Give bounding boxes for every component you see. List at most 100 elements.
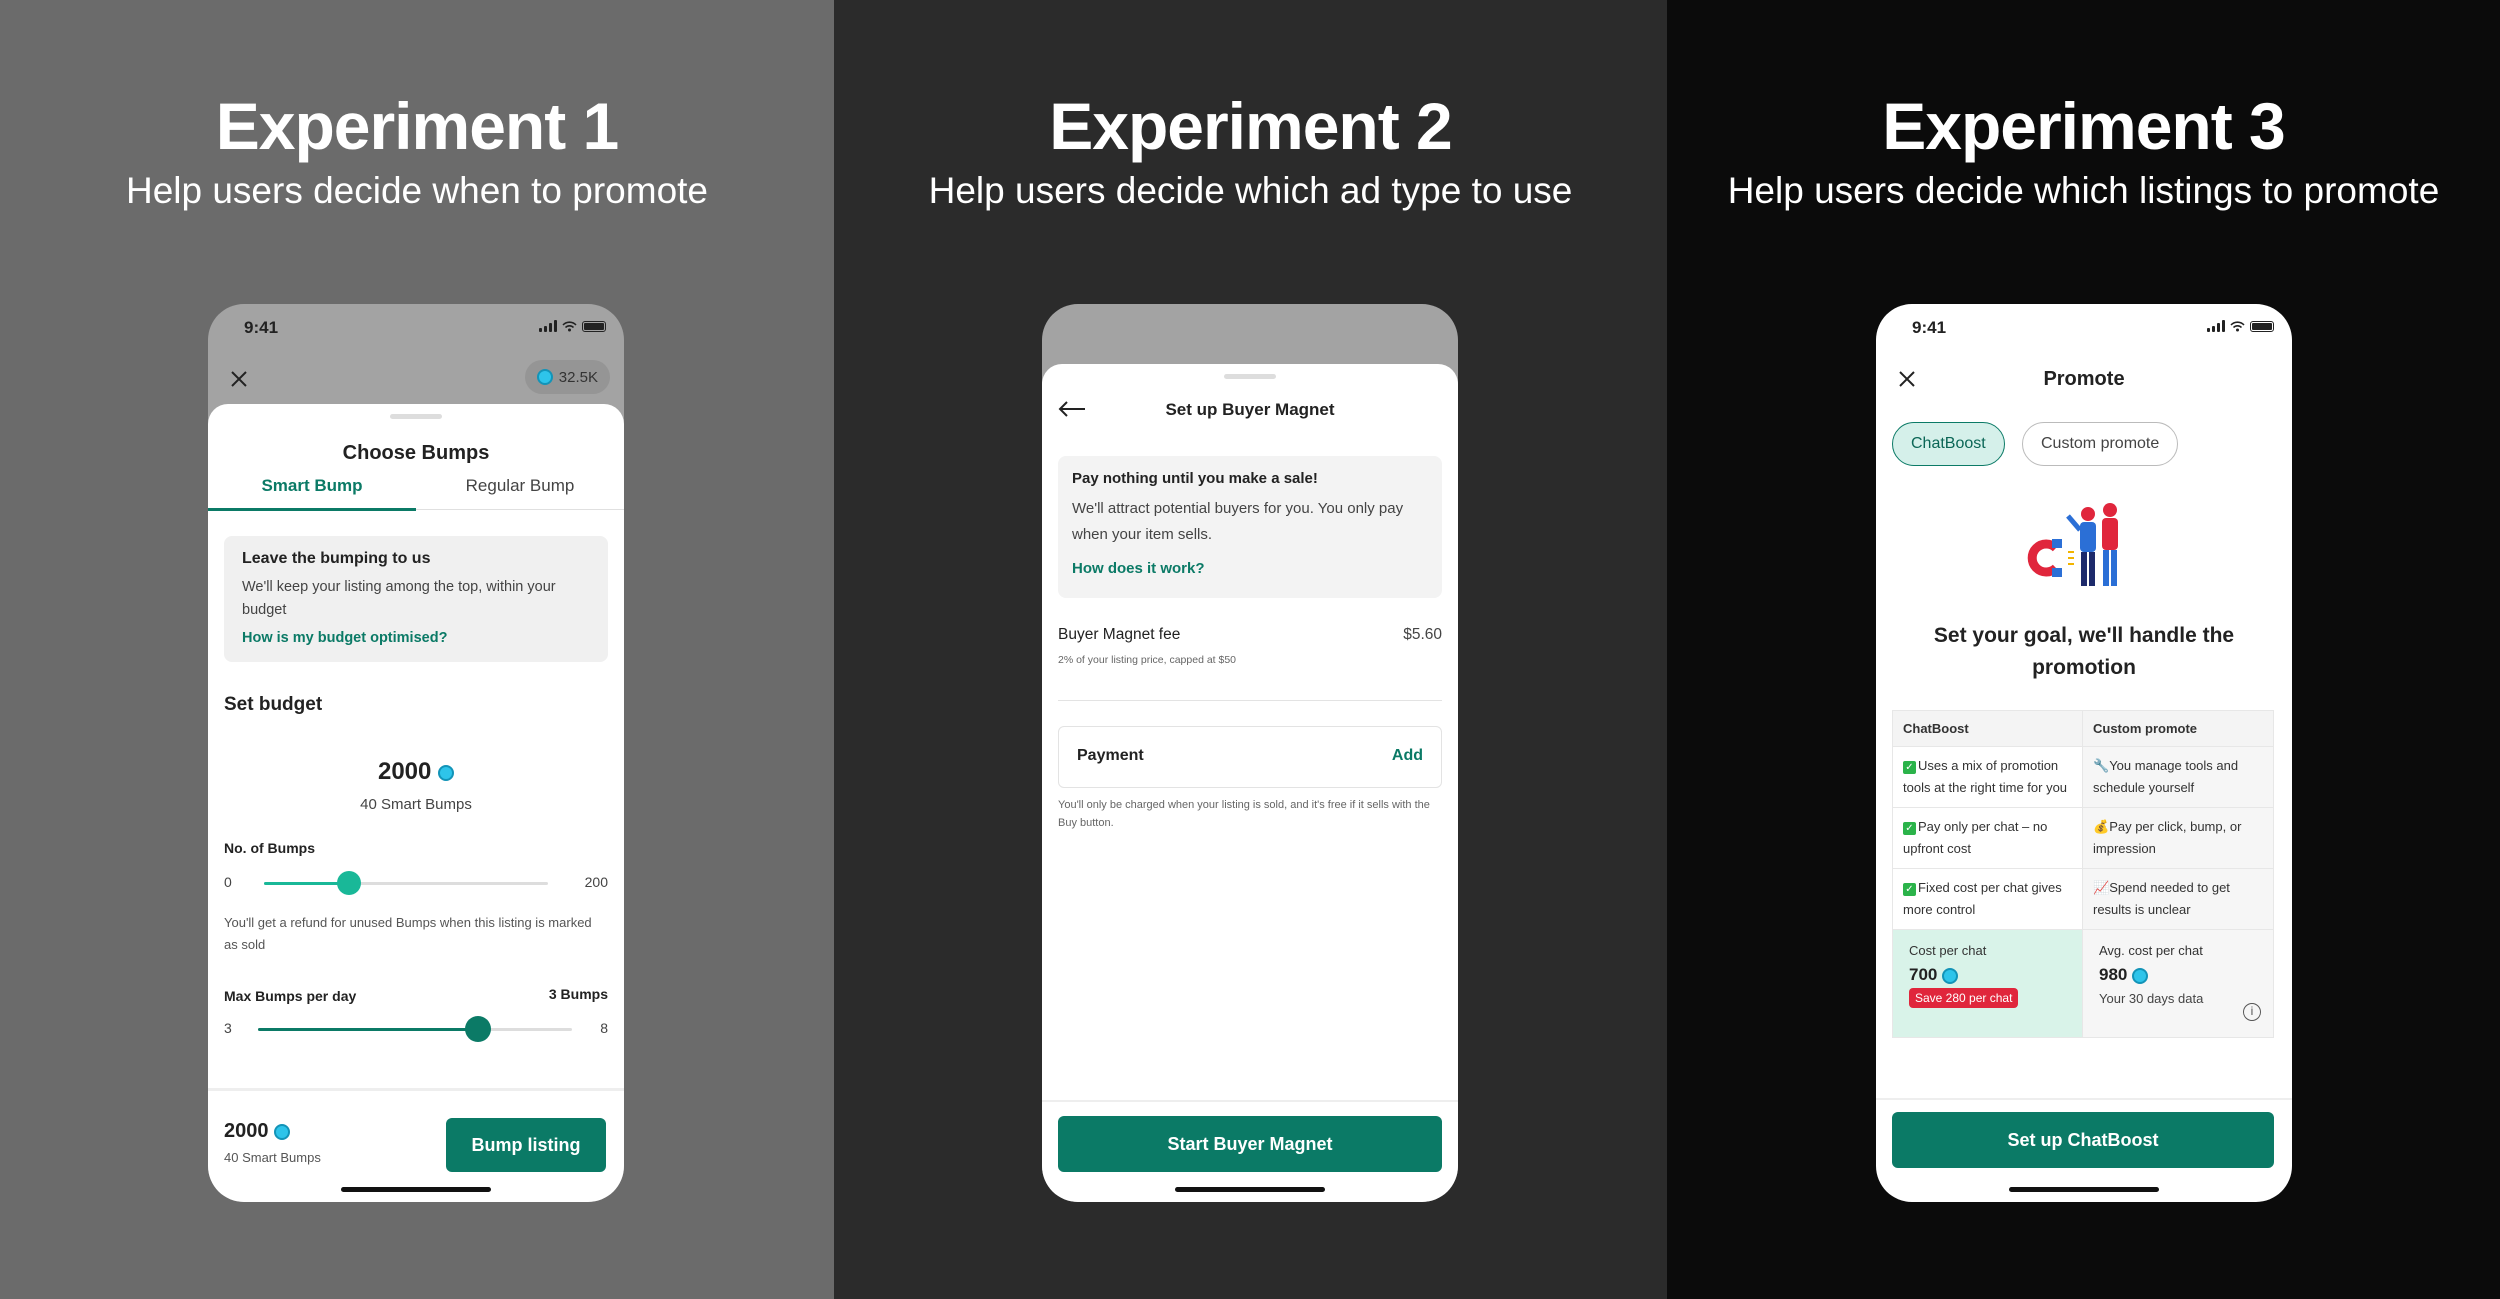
experiment-1-panel: Experiment 1 Help users decide when to p… — [0, 0, 834, 1299]
cell-text: You manage tools and schedule yourself — [2093, 758, 2239, 795]
info-title: Leave the bumping to us — [242, 550, 431, 567]
cell-text: Pay per click, bump, or impression — [2093, 819, 2242, 856]
fee-value: $5.60 — [1403, 626, 1442, 643]
start-buyer-magnet-button[interactable]: Start Buyer Magnet — [1058, 1116, 1442, 1172]
cell-text: Spend needed to get results is unclear — [2093, 880, 2230, 917]
how-it-works-link[interactable]: How does it work? — [1072, 560, 1205, 577]
coin-icon — [438, 764, 455, 781]
table-cell: 📈Spend needed to get results is unclear — [2082, 868, 2274, 930]
table-cell: 💰Pay per click, bump, or impression — [2082, 807, 2274, 869]
cost-value-row: 980 — [2099, 964, 2257, 986]
cell-text: Pay only per chat – no upfront cost — [1903, 819, 2048, 856]
chip-custom-promote[interactable]: Custom promote — [2022, 422, 2179, 466]
chip-chatboost[interactable]: ChatBoost — [1892, 422, 2005, 466]
save-badge: Save 280 per chat — [1909, 988, 2019, 1008]
tab-active-indicator — [208, 508, 416, 511]
magnet-illustration — [2027, 503, 2118, 586]
status-time: 9:41 — [244, 318, 279, 337]
coin-icon — [536, 369, 553, 385]
tab-regular-bump[interactable]: Regular Bump — [416, 476, 624, 496]
signal-icon — [539, 320, 557, 332]
info-body: We'll keep your listing among the top, w… — [242, 579, 556, 618]
checkmark-icon: ✓ — [1903, 761, 1916, 774]
perday-value: 3 Bumps — [548, 986, 608, 1002]
payment-label: Payment — [1077, 747, 1144, 764]
coin-balance-badge[interactable]: 32.5K — [524, 360, 610, 394]
cost-label: Avg. cost per chat — [2099, 943, 2203, 958]
footer-divider — [1042, 1100, 1458, 1102]
perday-max: 8 — [600, 1020, 608, 1036]
close-icon[interactable] — [230, 370, 248, 388]
budget-caption: 40 Smart Bumps — [360, 796, 472, 813]
phone-screen-exp1: 9:41 32.5K Choose Bumps Smart Bump Regul… — [208, 304, 624, 1202]
money-bag-icon: 💰 — [2093, 819, 2110, 834]
sheet-handle[interactable] — [1224, 374, 1276, 379]
home-indicator — [2009, 1187, 2159, 1192]
table-cell: ✓ Fixed cost per chat gives more control — [1892, 868, 2083, 930]
perday-min: 3 — [224, 1020, 232, 1036]
panel-title: Experiment 3 — [1882, 89, 2286, 163]
footer-amount: 2000 — [224, 1120, 269, 1142]
cost-value: 700 — [1909, 965, 1938, 984]
table-cell: ✓ Uses a mix of promotion tools at the ri… — [1892, 746, 2083, 808]
bump-listing-button[interactable]: Bump listing — [446, 1118, 606, 1172]
footer-caption: 40 Smart Bumps — [224, 1150, 321, 1165]
sheet-handle[interactable] — [390, 414, 442, 419]
experiment-3-panel: Experiment 3 Help users decide which lis… — [1667, 0, 2500, 1299]
cost-label: Cost per chat — [1909, 943, 1987, 958]
checkmark-icon: ✓ — [1903, 883, 1916, 896]
panel-subtitle: Help users decide which listings to prom… — [1727, 170, 2440, 211]
coin-icon — [2132, 967, 2149, 984]
page-title: Set up Buyer Magnet — [1165, 400, 1335, 419]
wifi-icon — [2230, 320, 2245, 331]
add-payment-button[interactable]: Add — [1392, 747, 1423, 765]
signal-icon — [2207, 320, 2225, 332]
panel-subtitle: Help users decide which ad type to use — [928, 170, 1573, 211]
table-cell: ✓ Pay only per chat – no upfront cost — [1892, 807, 2083, 869]
budget-value: 2000 — [208, 758, 624, 786]
comparison-table: ChatBoost Custom promote ✓ Uses a mix of … — [1892, 710, 2274, 1038]
coin-icon — [1942, 967, 1959, 984]
cost-value-row: 700 — [1909, 964, 2066, 986]
panel-title: Experiment 1 — [215, 89, 620, 163]
info-card: Pay nothing until you make a sale! We'll… — [1058, 456, 1442, 598]
cost-value: 980 — [2099, 965, 2128, 984]
perday-slider-fill — [258, 1028, 478, 1031]
bottom-sheet: Choose Bumps Smart Bump Regular Bump Lea… — [208, 404, 624, 1202]
home-indicator — [1175, 1187, 1325, 1192]
bumps-slider-thumb[interactable] — [337, 871, 362, 895]
info-icon[interactable]: i — [2243, 1003, 2261, 1021]
charge-note: You'll only be charged when your listing… — [1058, 799, 1430, 829]
perday-slider[interactable] — [258, 1016, 572, 1042]
perday-label: Max Bumps per day — [224, 988, 357, 1004]
cost-cell-custom: Avg. cost per chat 980 Your 30 days data… — [2082, 929, 2274, 1038]
perday-slider-thumb[interactable] — [464, 1016, 491, 1042]
headline: Set your goal, we'll handle the promotio… — [1933, 624, 2235, 679]
tab-smart-bump[interactable]: Smart Bump — [208, 476, 416, 496]
data-note: Your 30 days data — [2099, 991, 2204, 1006]
setup-chatboost-button[interactable]: Set up ChatBoost — [1892, 1112, 2274, 1168]
checkmark-icon: ✓ — [1903, 822, 1916, 835]
set-budget-heading: Set budget — [224, 694, 323, 715]
table-cell: 🔧You manage tools and schedule yourself — [2082, 746, 2274, 808]
wrench-icon: 🔧 — [2093, 758, 2110, 773]
budget-help-link[interactable]: How is my budget optimised? — [242, 630, 447, 646]
panel-title: Experiment 2 — [1049, 89, 1453, 163]
table-header-row: ChatBoost Custom promote — [1892, 710, 2274, 747]
status-time: 9:41 — [1912, 318, 1947, 337]
fee-label: Buyer Magnet fee — [1058, 626, 1181, 643]
cell-text: Uses a mix of promotion tools at the rig… — [1903, 758, 2068, 795]
bumps-slider[interactable] — [264, 871, 548, 895]
column-header-custom: Custom promote — [2082, 710, 2274, 747]
info-card: Leave the bumping to us We'll keep your … — [224, 536, 608, 662]
chart-icon: 📈 — [2093, 880, 2110, 895]
footer-total: 2000 — [224, 1120, 291, 1143]
status-icons — [539, 320, 606, 332]
payment-row[interactable]: Payment Add — [1058, 726, 1442, 788]
cost-cell-chatboost: Cost per chat 700 Save 280 per chat — [1892, 929, 2083, 1038]
panel-subtitle: Help users decide when to promote — [125, 170, 709, 211]
status-icons — [2207, 320, 2274, 332]
page-title: Promote — [2043, 368, 2125, 390]
battery-icon — [2250, 320, 2274, 332]
footer-divider — [1876, 1098, 2292, 1100]
